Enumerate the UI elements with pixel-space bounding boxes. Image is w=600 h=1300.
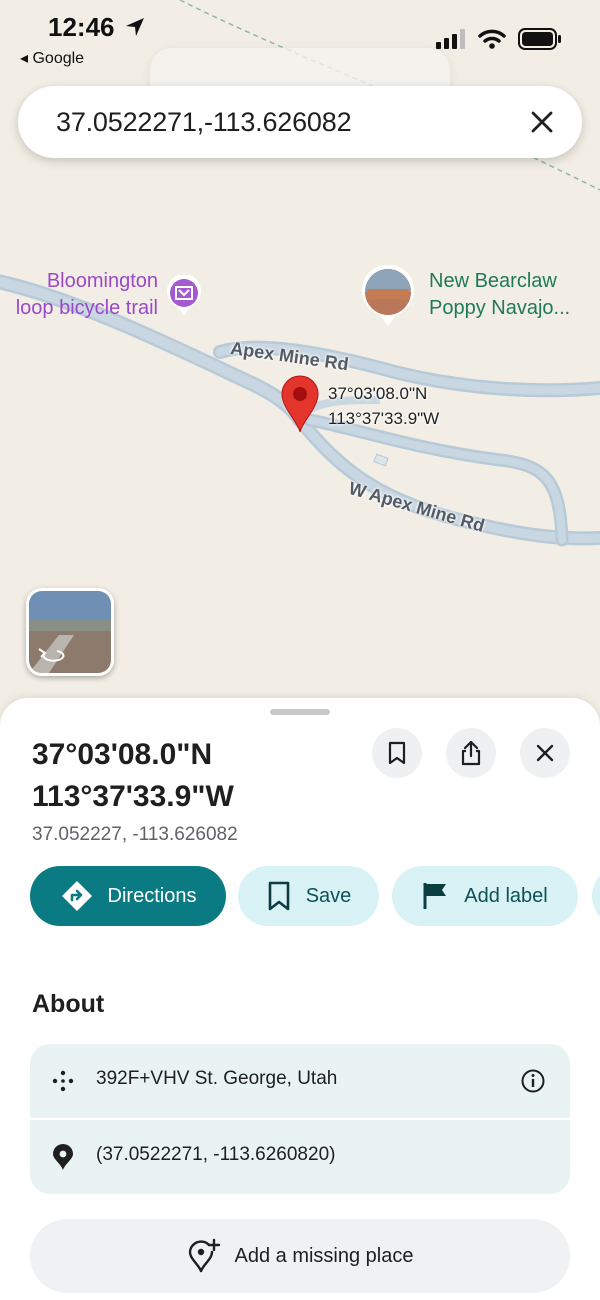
poi-name-line1: Bloomington bbox=[46, 270, 158, 292]
poi-name-line2: Poppy Navajo... bbox=[429, 297, 571, 319]
poi-new-bearclaw-label[interactable]: New Bearclaw Poppy Navajo... bbox=[429, 268, 570, 322]
location-pin-icon bbox=[50, 1144, 76, 1177]
place-title-lng: 113°37'33.9"W bbox=[32, 780, 234, 813]
street-view-thumbnail[interactable] bbox=[26, 588, 114, 676]
directions-button[interactable]: Directions bbox=[30, 866, 226, 926]
poi-name-line2: loop bicycle trail bbox=[15, 297, 158, 319]
about-info-card: 392F+VHV St. George, Utah (37.0522271, -… bbox=[30, 1044, 570, 1194]
sheet-drag-handle[interactable] bbox=[270, 709, 330, 715]
cellular-signal-icon bbox=[436, 29, 465, 49]
place-bottom-sheet: 37°03'08.0"N 113°37'33.9"W 37.052227, -1… bbox=[0, 698, 600, 1300]
search-input[interactable]: 37.0522271,-113.626082 bbox=[56, 107, 352, 138]
close-sheet-button[interactable] bbox=[520, 728, 570, 778]
pin-lat: 37°03'08.0"N bbox=[328, 384, 428, 403]
poi-name-line1: New Bearclaw bbox=[429, 270, 557, 292]
status-icons bbox=[436, 28, 562, 50]
battery-icon bbox=[518, 28, 561, 50]
back-to-app-link[interactable]: ◂ Google bbox=[20, 48, 84, 68]
museum-icon[interactable] bbox=[166, 274, 202, 322]
add-label-label: Add label bbox=[464, 884, 548, 907]
plus-code-text: 392F+VHV St. George, Utah bbox=[96, 1068, 338, 1089]
pin-lng: 113°37'33.9"W bbox=[328, 409, 440, 428]
coordinates-row[interactable]: (37.0522271, -113.6260820) bbox=[30, 1120, 570, 1193]
close-icon[interactable] bbox=[526, 106, 558, 138]
about-heading: About bbox=[32, 990, 105, 1018]
dropped-pin-icon[interactable] bbox=[280, 374, 320, 439]
search-bar[interactable]: 37.0522271,-113.626082 bbox=[18, 86, 582, 158]
share-button[interactable] bbox=[446, 728, 496, 778]
add-label-button[interactable]: Add label bbox=[392, 866, 578, 926]
place-coordinates-decimal: 37.052227, -113.626082 bbox=[32, 824, 238, 845]
location-arrow-icon bbox=[126, 18, 144, 36]
save-button[interactable]: Save bbox=[238, 866, 379, 926]
more-action-chip[interactable] bbox=[592, 866, 600, 926]
save-label: Save bbox=[305, 884, 352, 907]
plus-code-icon bbox=[50, 1068, 76, 1099]
bookmark-icon bbox=[388, 741, 406, 765]
wifi-icon bbox=[478, 29, 506, 49]
coordinates-text: (37.0522271, -113.6260820) bbox=[96, 1144, 336, 1165]
plus-code-row[interactable]: 392F+VHV St. George, Utah bbox=[30, 1044, 570, 1117]
status-time: 12:46 bbox=[48, 12, 115, 42]
action-chips-row[interactable]: Directions Save Add label bbox=[30, 866, 600, 930]
bookmark-button[interactable] bbox=[372, 728, 422, 778]
place-title-lat: 37°03'08.0"N bbox=[32, 738, 213, 771]
directions-icon bbox=[60, 879, 94, 913]
bookmark-icon bbox=[266, 881, 292, 911]
poi-bloomington-label[interactable]: Bloomington loop bicycle trail bbox=[0, 268, 158, 322]
flag-icon bbox=[422, 881, 450, 911]
share-icon bbox=[461, 740, 481, 766]
directions-label: Directions bbox=[107, 884, 197, 907]
poi-photo-thumbnail[interactable] bbox=[361, 264, 415, 332]
add-missing-place-button[interactable]: Add a missing place bbox=[30, 1219, 570, 1293]
pin-coordinates-label: 37°03'08.0"N 113°37'33.9"W bbox=[328, 381, 439, 431]
close-icon bbox=[536, 744, 554, 762]
add-location-icon bbox=[187, 1238, 221, 1274]
place-title: 37°03'08.0"N 113°37'33.9"W bbox=[32, 734, 362, 818]
info-icon[interactable] bbox=[520, 1068, 546, 1099]
add-missing-place-label: Add a missing place bbox=[234, 1244, 414, 1267]
